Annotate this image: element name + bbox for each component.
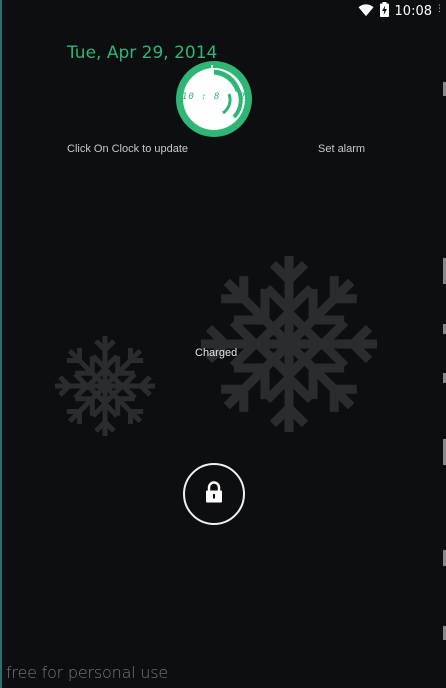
unlock-button[interactable]	[183, 463, 245, 525]
battery-status: Charged	[195, 347, 238, 359]
watermark: free for personal use	[6, 663, 169, 682]
set-alarm-link[interactable]: Set alarm	[318, 143, 365, 155]
click-clock-hint: Click On Clock to update	[67, 143, 189, 155]
date-label: Tue, Apr 29, 2014	[67, 43, 218, 63]
snowflake-icon	[52, 333, 158, 443]
status-time: 10:08	[394, 3, 432, 19]
snowflake-icon	[197, 252, 381, 440]
clock-time: 10 : 8 : 2	[181, 92, 247, 102]
right-edge: ⋮	[434, 0, 446, 688]
wifi-icon	[358, 2, 374, 21]
overflow-dots-icon: ⋮	[435, 4, 445, 14]
lockscreen: 10:08 ⋮ Tue, Apr 29, 2014 10 : 8 : 2 Cli…	[0, 0, 446, 688]
clock-widget[interactable]: 10 : 8 : 2	[176, 61, 252, 137]
status-bar: 10:08	[358, 0, 432, 22]
battery-charging-icon	[379, 1, 389, 21]
lock-icon	[205, 481, 223, 507]
